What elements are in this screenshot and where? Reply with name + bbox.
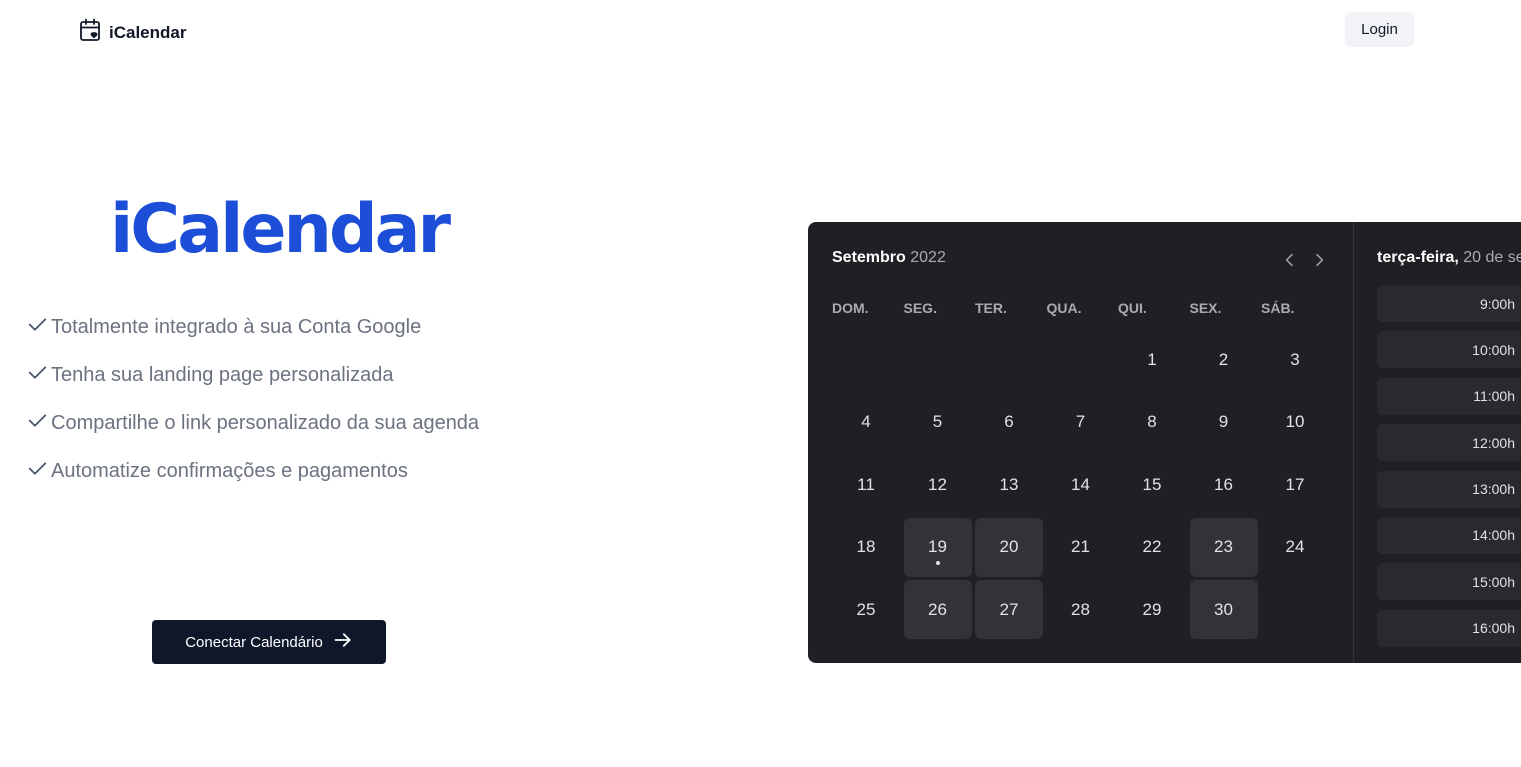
calendar-day: 22 <box>1142 537 1162 557</box>
today-indicator <box>935 560 940 565</box>
calendar-divider <box>1353 222 1354 663</box>
calendar-day[interactable]: 26 <box>903 580 972 640</box>
weekday-header-row: DOM. SEG. TER. QUA. QUI. SEX. SÁB. <box>832 300 1329 316</box>
time-slot[interactable]: 10:00h <box>1377 331 1521 369</box>
time-slot[interactable]: 15:00h <box>1377 563 1521 601</box>
feature-text: Compartilhe o link personalizado da sua … <box>51 411 480 434</box>
cta-label: Conectar Calendário <box>185 633 323 651</box>
month-calendar: Setembro 2022 DOM. SEG. TER. QUA. QUI. SEX. SÁ… <box>808 222 1353 663</box>
next-month-icon[interactable] <box>1309 250 1329 270</box>
days-grid: 1 2 3 4 5 6 7 8 9 10 11 12 13 14 15 16 17 18 19 20 21 22 23 24 2… <box>832 329 1333 642</box>
login-button[interactable]: Login <box>1345 12 1414 47</box>
feature-item: Automatize confirmações e pagamentos <box>27 447 479 495</box>
time-slot[interactable]: 9:00h <box>1377 285 1521 322</box>
weekday-label: DOM. <box>832 300 869 316</box>
weekday-label: QUI. <box>1118 300 1147 316</box>
calendar-day: 15 <box>1142 474 1162 494</box>
brand-logo[interactable]: iCalendar <box>79 18 186 47</box>
time-slot-list: 9:00h 10:00h 11:00h 12:00h 13:00h 14:00h 15:00… <box>1377 285 1521 656</box>
selected-date-weekday: terça-feira, <box>1377 249 1459 266</box>
selected-date-title: terça-feira, 20 de se <box>1377 249 1521 267</box>
calendar-day: 8 <box>1147 412 1157 432</box>
calendar-year: 2022 <box>910 249 946 266</box>
calendar-month-title: Setembro 2022 <box>832 249 946 267</box>
calendar-day: 3 <box>1290 349 1300 369</box>
calendar-day: 18 <box>856 537 876 557</box>
feature-item: Compartilhe o link personalizado da sua … <box>27 399 479 447</box>
time-slot[interactable]: 12:00h <box>1377 424 1521 462</box>
calendar-day: 29 <box>1142 599 1162 619</box>
calendar-day[interactable]: 19 <box>903 517 972 577</box>
calendar-day: 12 <box>928 474 947 494</box>
weekday-label: SEG. <box>903 300 937 316</box>
check-icon <box>27 314 51 341</box>
calendar-day: 11 <box>857 474 875 494</box>
feature-item: Tenha sua landing page personalizada <box>27 351 479 399</box>
calendar-day-empty <box>975 330 1043 389</box>
calendar-day-empty <box>832 330 900 389</box>
weekday-label: QUA. <box>1046 300 1082 316</box>
check-icon <box>27 362 51 389</box>
feature-text: Totalmente integrado à sua Conta Google <box>51 315 422 338</box>
calendar-day: 10 <box>1285 412 1305 432</box>
calendar-day: 16 <box>1214 474 1233 494</box>
calendar-day: 2 <box>1218 349 1229 369</box>
calendar-day: 14 <box>1071 474 1090 494</box>
feature-text: Tenha sua landing page personalizada <box>51 363 394 386</box>
calendar-day: 7 <box>1075 412 1086 432</box>
calendar-day: 1 <box>1147 349 1157 369</box>
calendar-day: 13 <box>999 474 1019 494</box>
time-slot[interactable]: 11:00h <box>1377 377 1521 415</box>
calendar-day[interactable]: 27 <box>975 580 1043 640</box>
weekday-label: TER. <box>975 300 1007 316</box>
check-icon <box>27 458 51 485</box>
calendar-day: 4 <box>861 412 871 432</box>
check-icon <box>27 410 51 437</box>
calendar-day: 28 <box>1071 599 1090 619</box>
arrow-right-icon <box>333 630 353 654</box>
calendar-day[interactable]: 23 <box>1189 517 1258 577</box>
calendar-day: 6 <box>1004 412 1014 432</box>
calendar-day-empty <box>904 330 972 389</box>
calendar-day: 5 <box>932 412 943 432</box>
calendar-preview: Setembro 2022 DOM. SEG. TER. QUA. QUI. SEX. SÁ… <box>808 222 1521 663</box>
brand-name: iCalendar <box>109 22 187 42</box>
connect-calendar-button[interactable]: Conectar Calendário <box>152 620 386 664</box>
time-slot[interactable]: 16:00h <box>1377 609 1521 647</box>
calendar-heart-icon <box>79 18 101 47</box>
calendar-day: 24 <box>1285 537 1305 557</box>
calendar-day: 21 <box>1071 537 1090 557</box>
calendar-day[interactable]: 20 <box>975 517 1043 577</box>
calendar-day-empty <box>1047 330 1115 389</box>
feature-text: Automatize confirmações e pagamentos <box>51 459 408 482</box>
calendar-month: Setembro <box>832 249 906 266</box>
weekday-label: SEX. <box>1189 300 1222 316</box>
feature-item: Totalmente integrado à sua Conta Google <box>27 303 479 351</box>
hero-title: iCalendar <box>110 190 451 269</box>
selected-date-rest: 20 de se <box>1458 249 1521 266</box>
weekday-label: SÁB. <box>1261 300 1295 316</box>
previous-month-icon[interactable] <box>1280 250 1300 270</box>
calendar-day[interactable]: 30 <box>1189 580 1258 640</box>
time-picker: terça-feira, 20 de se 9:00h 10:00h 11:00h 1… <box>1377 222 1521 663</box>
calendar-day: 17 <box>1285 474 1305 494</box>
calendar-day: 9 <box>1218 412 1229 432</box>
time-slot[interactable]: 14:00h <box>1377 516 1521 554</box>
feature-list: Totalmente integrado à sua Conta Google … <box>27 303 479 495</box>
calendar-day: 25 <box>856 599 876 619</box>
calendar-day-empty <box>1261 580 1329 639</box>
time-slot[interactable]: 13:00h <box>1377 470 1521 508</box>
